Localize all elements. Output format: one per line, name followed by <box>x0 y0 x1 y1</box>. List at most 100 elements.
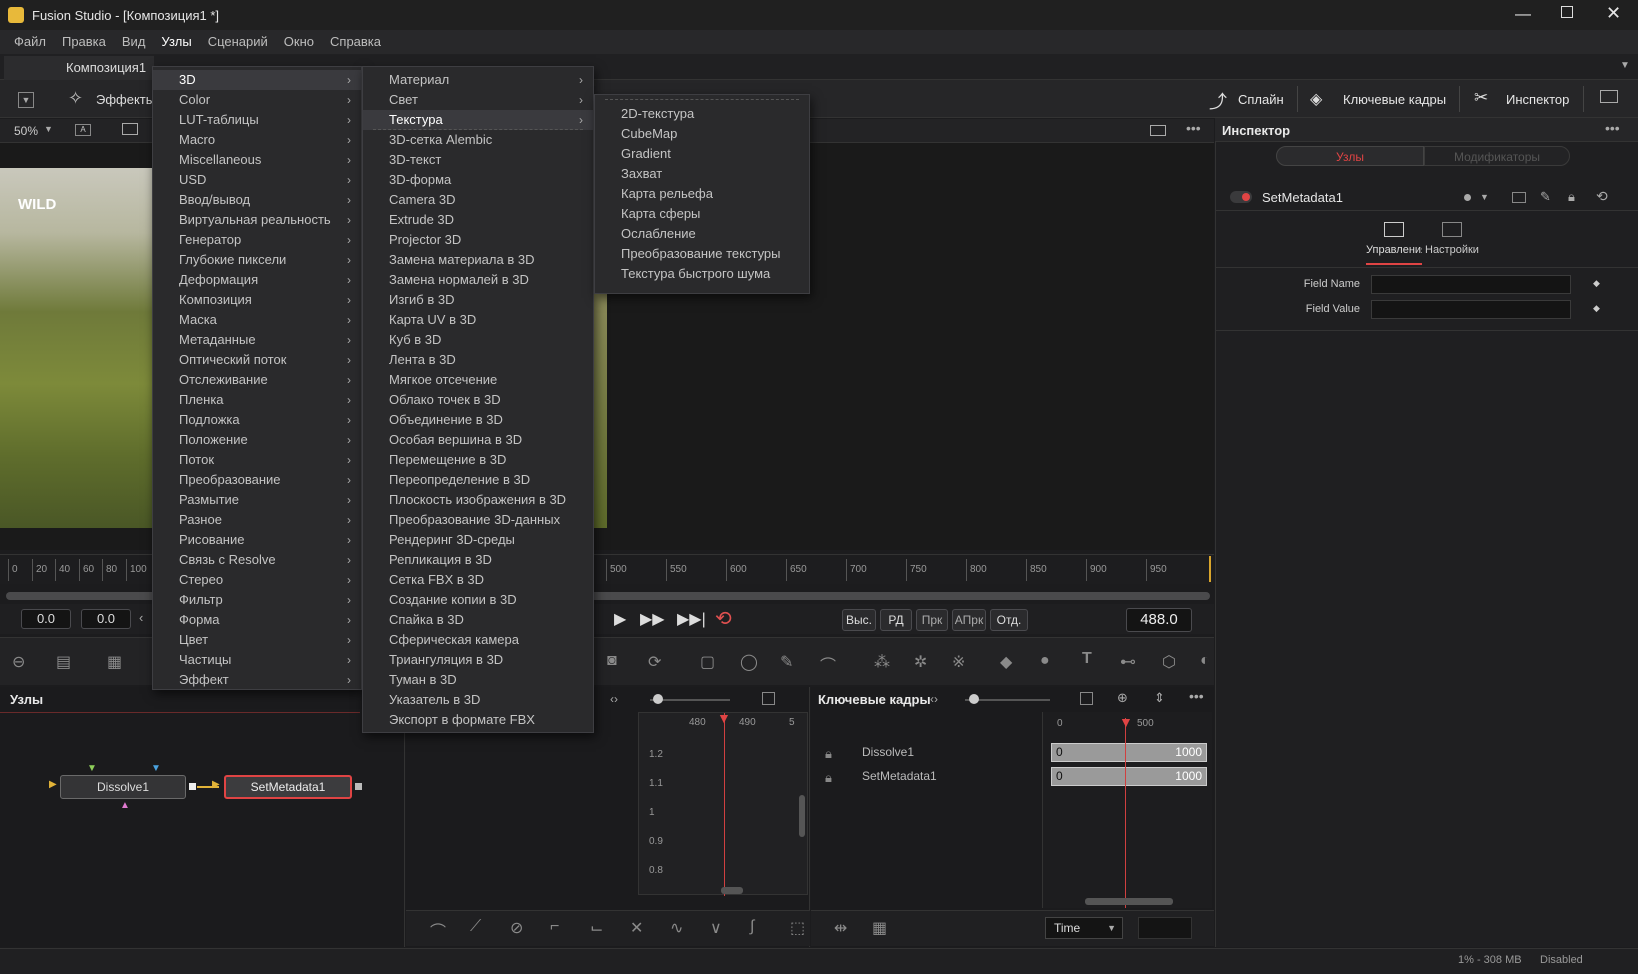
tool-camera3d-icon[interactable]: ◐ <box>1200 652 1210 670</box>
spreadsheet-icon[interactable]: ▦ <box>872 918 887 938</box>
keyframes-more-icon[interactable]: ••• <box>1189 688 1204 704</box>
nodes-menu-item[interactable]: Виртуальная реальность › <box>153 210 361 230</box>
tool-renderer3d-icon[interactable]: ⬡ <box>1162 652 1176 672</box>
3d-submenu-item[interactable]: Замена нормалей в 3D <box>363 270 593 290</box>
inspector-icon[interactable]: ✂ <box>1474 88 1488 108</box>
spline-graph[interactable]: 480 490 5 1.2 1.1 1 0.9 0.8 ▼ <box>638 710 808 896</box>
keyframe-range-bar[interactable]: 0 1000 <box>1051 767 1207 786</box>
lock-icon[interactable]: 🔒︎ <box>1568 189 1575 205</box>
nodes-menu-item[interactable]: Размытие › <box>153 490 361 510</box>
aprx-button[interactable]: АПрк <box>952 609 986 631</box>
step-in-tool-icon[interactable]: ⌐ <box>550 918 559 936</box>
render-start-field[interactable]: 0.0 <box>21 609 71 629</box>
viewer-layout-icon[interactable] <box>1150 125 1166 136</box>
time-value-field[interactable] <box>1138 917 1192 939</box>
nodes-menu-item[interactable]: Цвет › <box>153 630 361 650</box>
controls-tab-icon[interactable] <box>1384 222 1404 237</box>
node-output-port[interactable] <box>189 783 196 790</box>
set-loop-tool-icon[interactable]: ∨ <box>710 918 722 938</box>
nodes-menu-item[interactable]: Подложка › <box>153 410 361 430</box>
tool-merge3d-icon[interactable]: ⊷ <box>1120 652 1136 672</box>
nodes-menu-item[interactable]: Рисование › <box>153 530 361 550</box>
doc-tab[interactable]: Композиция1 * <box>4 56 154 99</box>
nodes-menu-item[interactable]: Miscellaneous › <box>153 150 361 170</box>
keyframes-button[interactable]: Ключевые кадры <box>1343 92 1446 107</box>
step-out-tool-icon[interactable]: ⌙ <box>590 918 603 938</box>
3d-submenu-item[interactable]: Мягкое отсечение <box>363 370 593 390</box>
3d-submenu-item[interactable]: Плоскость изображения в 3D <box>363 490 593 510</box>
3d-submenu-item[interactable]: Преобразование 3D-данных <box>363 510 593 530</box>
prx-button[interactable]: Прк <box>916 609 948 631</box>
keyframes-zoom-handle[interactable] <box>969 694 979 704</box>
nodes-menu-item[interactable]: Разное › <box>153 510 361 530</box>
3d-submenu-item[interactable]: Объединение в 3D <box>363 410 593 430</box>
nodes-menu-item[interactable]: Деформация › <box>153 270 361 290</box>
tool-transform-icon[interactable]: ⟳ <box>648 652 661 672</box>
3d-submenu-item[interactable]: Сетка FBX в 3D <box>363 570 593 590</box>
tool-background-icon[interactable]: ⊖ <box>12 652 25 672</box>
3d-submenu-item[interactable]: 3D-текст <box>363 150 593 170</box>
3d-submenu-item[interactable]: Рендеринг 3D-среды <box>363 530 593 550</box>
tab-modifiers[interactable]: Модификаторы <box>1424 146 1570 166</box>
menu-file[interactable]: Файл <box>6 30 54 54</box>
3d-submenu-item[interactable]: Лента в 3D <box>363 350 593 370</box>
nodes-menu-item[interactable]: Форма › <box>153 610 361 630</box>
tool-shape3d-icon[interactable]: ● <box>1040 652 1050 670</box>
spline-icon[interactable]: ⤴ <box>1209 88 1227 114</box>
toolbar-dropdown-icon[interactable]: ▼ <box>18 92 34 108</box>
nodes-menu-item[interactable]: Ввод/вывод › <box>153 190 361 210</box>
select-tool-icon[interactable]: ⬚ <box>790 918 805 938</box>
keyframe-diamond-icon[interactable]: ◆ <box>1593 303 1600 314</box>
3d-submenu-item[interactable]: Карта UV в 3D <box>363 310 593 330</box>
viewer-view-icon[interactable] <box>122 123 138 135</box>
3d-submenu-item[interactable]: Создание копии в 3D <box>363 590 593 610</box>
tab-settings[interactable]: Настройки <box>1425 244 1479 256</box>
menu-help[interactable]: Справка <box>322 30 389 54</box>
skip-end-icon[interactable]: ▶▶| <box>677 609 706 629</box>
node-setmetadata[interactable]: SetMetadata1 <box>224 775 352 799</box>
3d-submenu-item[interactable]: Экспорт в формате FBX <box>363 710 593 730</box>
invert-tool-icon[interactable]: ⊘ <box>510 918 523 938</box>
3d-submenu-item[interactable]: Extrude 3D <box>363 210 593 230</box>
lock-icon[interactable]: 🔒︎ <box>825 770 832 786</box>
menu-window[interactable]: Окно <box>276 30 322 54</box>
render-end-field[interactable]: 0.0 <box>81 609 131 629</box>
nodes-menu-item[interactable]: Стерео › <box>153 570 361 590</box>
3d-submenu-item[interactable]: Текстура › <box>363 110 593 130</box>
spline-scroll-icon[interactable]: ‹› <box>610 692 618 706</box>
tab-dropdown-icon[interactable]: ▼ <box>1620 60 1630 71</box>
texture-submenu-item[interactable]: Преобразование текстуры <box>595 244 809 264</box>
inspector-button[interactable]: Инспектор <box>1506 92 1569 107</box>
nodes-menu-item[interactable]: Маска › <box>153 310 361 330</box>
chevron-left-icon[interactable]: ‹ <box>139 610 143 625</box>
texture-submenu-item[interactable]: CubeMap <box>595 124 809 144</box>
3d-submenu-item[interactable]: Изгиб в 3D <box>363 290 593 310</box>
keyframe-range-bar[interactable]: 0 1000 <box>1051 743 1207 762</box>
nodes-menu-item[interactable]: Macro › <box>153 130 361 150</box>
3d-submenu-item[interactable]: Репликация в 3D <box>363 550 593 570</box>
3d-submenu-item[interactable]: Туман в 3D <box>363 670 593 690</box>
play-icon[interactable]: ▶ <box>614 609 626 629</box>
nodes-menu-item[interactable]: Color › <box>153 90 361 110</box>
viewer-a-icon[interactable]: A <box>75 124 91 136</box>
selective-button[interactable]: Отд. <box>990 609 1028 631</box>
3d-submenu-item[interactable]: Указатель в 3D <box>363 690 593 710</box>
field-name-input[interactable] <box>1371 275 1571 294</box>
nodes-menu-item[interactable]: Глубокие пиксели › <box>153 250 361 270</box>
tool-saver-icon[interactable]: ▦ <box>107 652 122 672</box>
3d-submenu-item[interactable]: Замена материала в 3D <box>363 250 593 270</box>
tool-prender-icon[interactable]: ※ <box>952 652 965 672</box>
menu-script[interactable]: Сценарий <box>200 30 276 54</box>
3d-submenu-item[interactable]: Куб в 3D <box>363 330 593 350</box>
3d-submenu-item[interactable]: Перемещение в 3D <box>363 450 593 470</box>
pin-icon[interactable]: ✎ <box>1540 189 1551 205</box>
texture-submenu-item[interactable]: Gradient <box>595 144 809 164</box>
nodes-menu-item[interactable]: USD › <box>153 170 361 190</box>
texture-submenu-item[interactable]: Текстура быстрого шума <box>595 264 809 284</box>
3d-submenu-item[interactable]: 3D-сетка Alembic <box>363 130 593 150</box>
nodes-menu-item[interactable]: Частицы › <box>153 650 361 670</box>
nodes-menu-item[interactable]: Пленка › <box>153 390 361 410</box>
tool-loader-icon[interactable]: ▤ <box>56 652 71 672</box>
tool-merge-icon[interactable]: ◙ <box>607 652 617 670</box>
keyframes-zoom-icon[interactable]: ⊕ <box>1117 690 1128 706</box>
